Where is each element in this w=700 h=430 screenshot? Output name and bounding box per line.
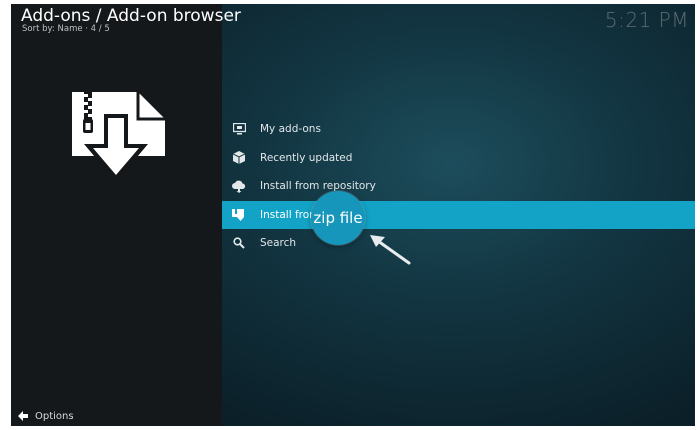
- zip-archive-icon: [72, 92, 165, 182]
- zoom-magnifier: zip file: [311, 191, 365, 245]
- addon-browser-menu: My add-ons Recently updated Install from…: [222, 115, 695, 258]
- kodi-screen: Options Add-ons / Add-on browser Sort by…: [11, 4, 695, 426]
- clock: 5:21 PM: [604, 8, 689, 32]
- box-icon: [232, 151, 246, 165]
- menu-item-label: My add-ons: [260, 123, 321, 136]
- menu-item-label: Search: [260, 237, 297, 250]
- pointer-arrow-icon: [370, 235, 411, 265]
- cloud-download-icon: [232, 179, 246, 193]
- options-label: Options: [35, 410, 74, 422]
- menu-item-my-addons[interactable]: My add-ons: [222, 115, 695, 144]
- page-title: Add-ons / Add-on browser: [21, 6, 241, 26]
- menu-item-install-from-zip[interactable]: Install from: [222, 200, 695, 229]
- menu-item-search[interactable]: Search: [222, 229, 695, 258]
- left-panel: Options: [11, 4, 222, 426]
- sort-info: Sort by: Name · 4 / 5: [22, 24, 110, 34]
- monitor-icon: [232, 122, 246, 136]
- menu-item-recently-updated[interactable]: Recently updated: [222, 144, 695, 173]
- menu-item-label: Recently updated: [260, 151, 353, 164]
- search-icon: [232, 236, 246, 250]
- options-arrow-icon: [18, 411, 28, 421]
- menu-item-install-from-repository[interactable]: Install from repository: [222, 172, 695, 201]
- zip-file-icon: [232, 208, 246, 222]
- menu-item-label: Install from repository: [260, 180, 376, 193]
- options-button[interactable]: Options: [17, 410, 74, 422]
- magnifier-text: zip file: [313, 209, 363, 227]
